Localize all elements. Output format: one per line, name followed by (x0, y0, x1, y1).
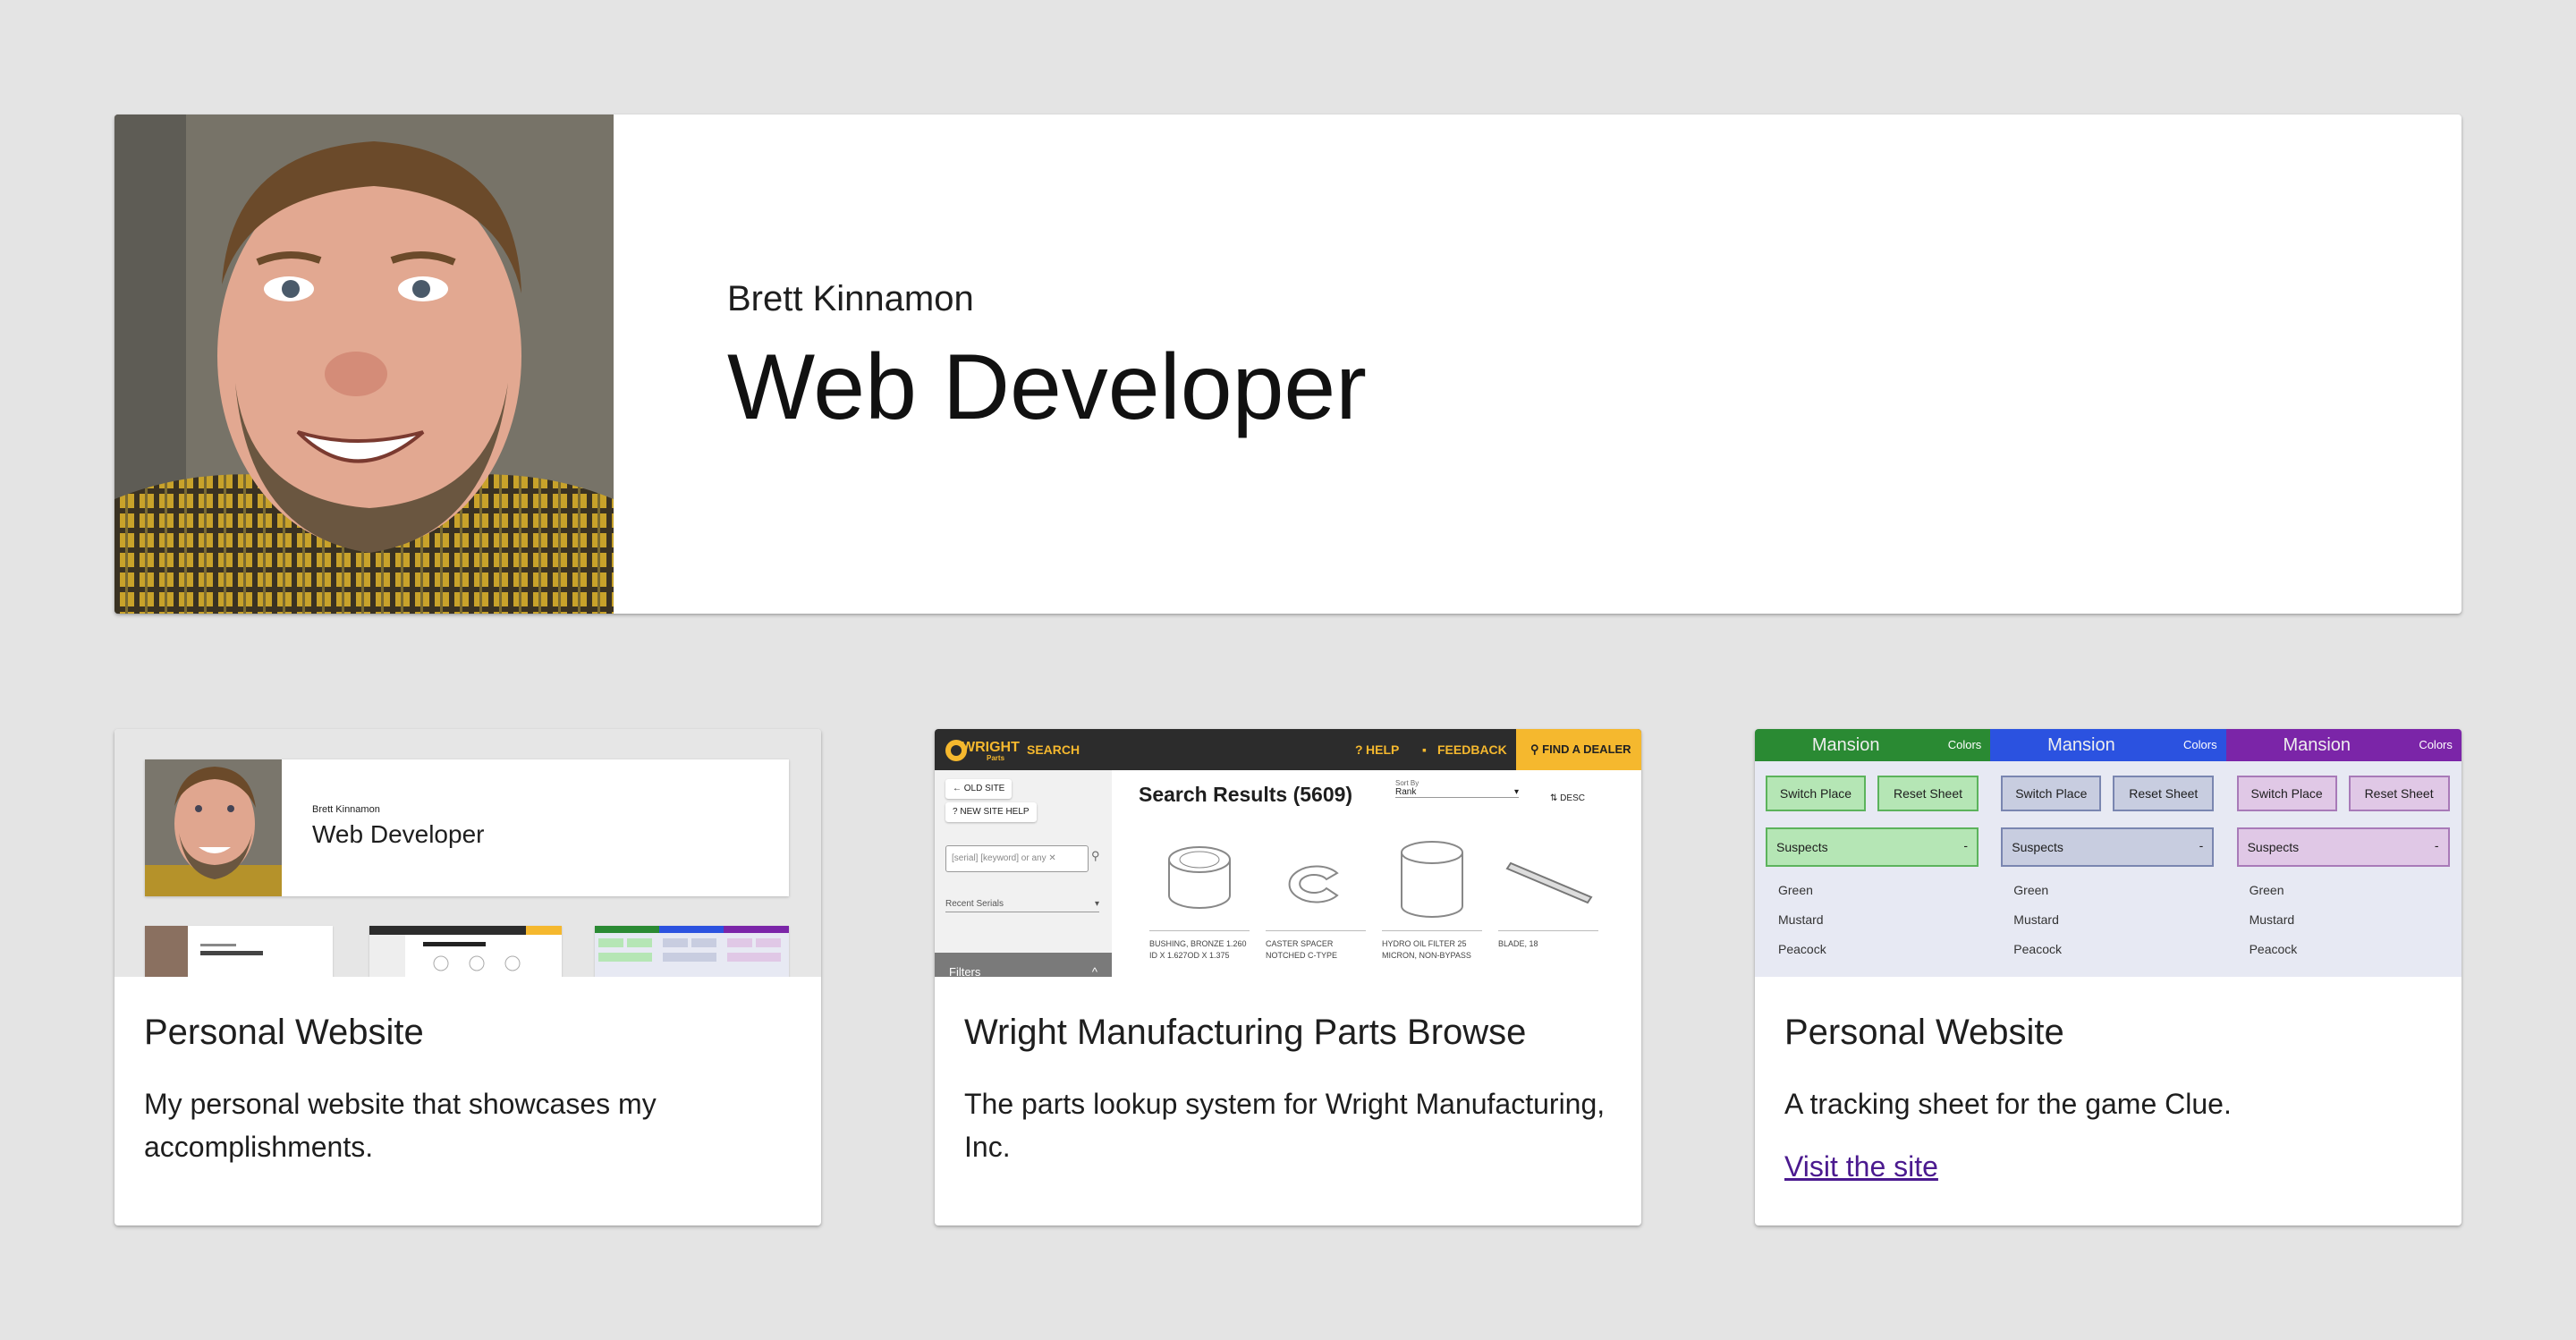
profile-name: Brett Kinnamon (727, 279, 974, 318)
search-icon: ⚲ (1091, 849, 1100, 862)
project-thumbnail: WRIGHT Parts SEARCH ? HELP ▪ FEEDBACK ⚲ … (935, 729, 1641, 977)
caret-down-icon: ▾ (1513, 787, 1519, 797)
clear-icon: ✕ (1048, 853, 1056, 863)
thumb-recent-serials: Recent Serials ▾ (945, 899, 1099, 912)
caret-down-icon: ▾ (1094, 899, 1099, 909)
profile-info: Brett Kinnamon Web Developer (614, 114, 2462, 614)
spacer-image (1266, 833, 1366, 931)
thumb-part: BUSHING, BRONZE 1.260 ID X 1.627OD X 1.3… (1149, 833, 1250, 961)
thumb-help: HELP (1366, 742, 1400, 757)
sort-icon: ⇅ (1550, 793, 1561, 803)
thumb-part: BLADE, 18 (1498, 833, 1598, 950)
thumb-mini-card (369, 926, 562, 977)
thumb-sort: Sort By Rank ▾ (1395, 779, 1519, 798)
thumb-help-icon: ? (1355, 742, 1363, 757)
thumb-feedback: FEEDBACK (1437, 742, 1507, 757)
chevron-up-icon: ^ (1091, 965, 1097, 977)
thumb-feedback-icon: ▪ (1422, 742, 1427, 757)
project-card-clue-sheet[interactable]: Mansion Colors Switch Place Reset Sheet … (1755, 729, 2462, 1226)
thumb-column-green: Mansion Colors Switch Place Reset Sheet … (1755, 729, 1991, 977)
project-thumbnail: Brett Kinnamon Web Developer (114, 729, 821, 977)
project-title: Personal Website (144, 1013, 424, 1052)
bushing-image (1149, 833, 1250, 931)
thumb-column-purple: Mansion Colors Switch Place Reset Sheet … (2225, 729, 2462, 977)
map-pin-icon: ⚲ (1530, 742, 1543, 756)
thumb-results-title: Search Results (5609) (1139, 783, 1353, 806)
thumb-header: Brett Kinnamon Web Developer (145, 759, 789, 896)
project-title: Wright Manufacturing Parts Browse (964, 1013, 1527, 1052)
thumb-mini-card (595, 926, 789, 977)
thumb-name: Brett Kinnamon (312, 804, 380, 815)
project-description: My personal website that showcases my ac… (144, 1088, 657, 1163)
profile-photo (114, 114, 614, 614)
visit-site-link[interactable]: Visit the site (1784, 1150, 1938, 1183)
thumb-photo (145, 759, 282, 896)
collapse-icon: - (1963, 838, 1968, 852)
thumb-role: Web Developer (312, 820, 485, 848)
blade-image (1498, 833, 1598, 931)
arrow-left-icon: ← (953, 784, 964, 793)
wright-logo-sub: Parts (987, 754, 1005, 762)
collapse-icon: - (2199, 838, 2204, 852)
project-title: Personal Website (1784, 1013, 2064, 1052)
project-card-wright-parts[interactable]: WRIGHT Parts SEARCH ? HELP ▪ FEEDBACK ⚲ … (935, 729, 1641, 1226)
filter-image (1382, 833, 1482, 931)
project-description: The parts lookup system for Wright Manuf… (964, 1088, 1606, 1163)
profile-header: Brett Kinnamon Web Developer (114, 114, 2462, 614)
project-card-personal-website[interactable]: Brett Kinnamon Web Developer Personal We… (114, 729, 821, 1226)
project-description: A tracking sheet for the game Clue. (1784, 1088, 2232, 1120)
thumb-part: CASTER SPACER NOTCHED C-TYPE (1266, 833, 1366, 961)
project-thumbnail: Mansion Colors Switch Place Reset Sheet … (1755, 729, 2462, 977)
thumb-search-label: SEARCH (1027, 742, 1080, 757)
profile-role: Web Developer (727, 335, 1367, 439)
thumb-order: ⇅ DESC (1550, 793, 1585, 803)
thumb-part: HYDRO OIL FILTER 25 MICRON, NON-BYPASS (1382, 833, 1482, 961)
thumb-sidebar: ← OLD SITE ? NEW SITE HELP [serial] [key… (935, 770, 1112, 977)
thumb-column-blue: Mansion Colors Switch Place Reset Sheet … (1990, 729, 2226, 977)
thumb-find-dealer: ⚲ FIND A DEALER (1516, 729, 1641, 770)
collapse-icon: - (2434, 838, 2439, 852)
thumb-mini-card (145, 926, 333, 977)
thumb-filters: Filters ^ (935, 953, 1112, 977)
thumb-new-site-help: ? NEW SITE HELP (945, 802, 1037, 822)
thumb-search-field: [serial] [keyword] or any ✕ (945, 845, 1089, 872)
thumb-old-site: ← OLD SITE (945, 779, 1013, 799)
